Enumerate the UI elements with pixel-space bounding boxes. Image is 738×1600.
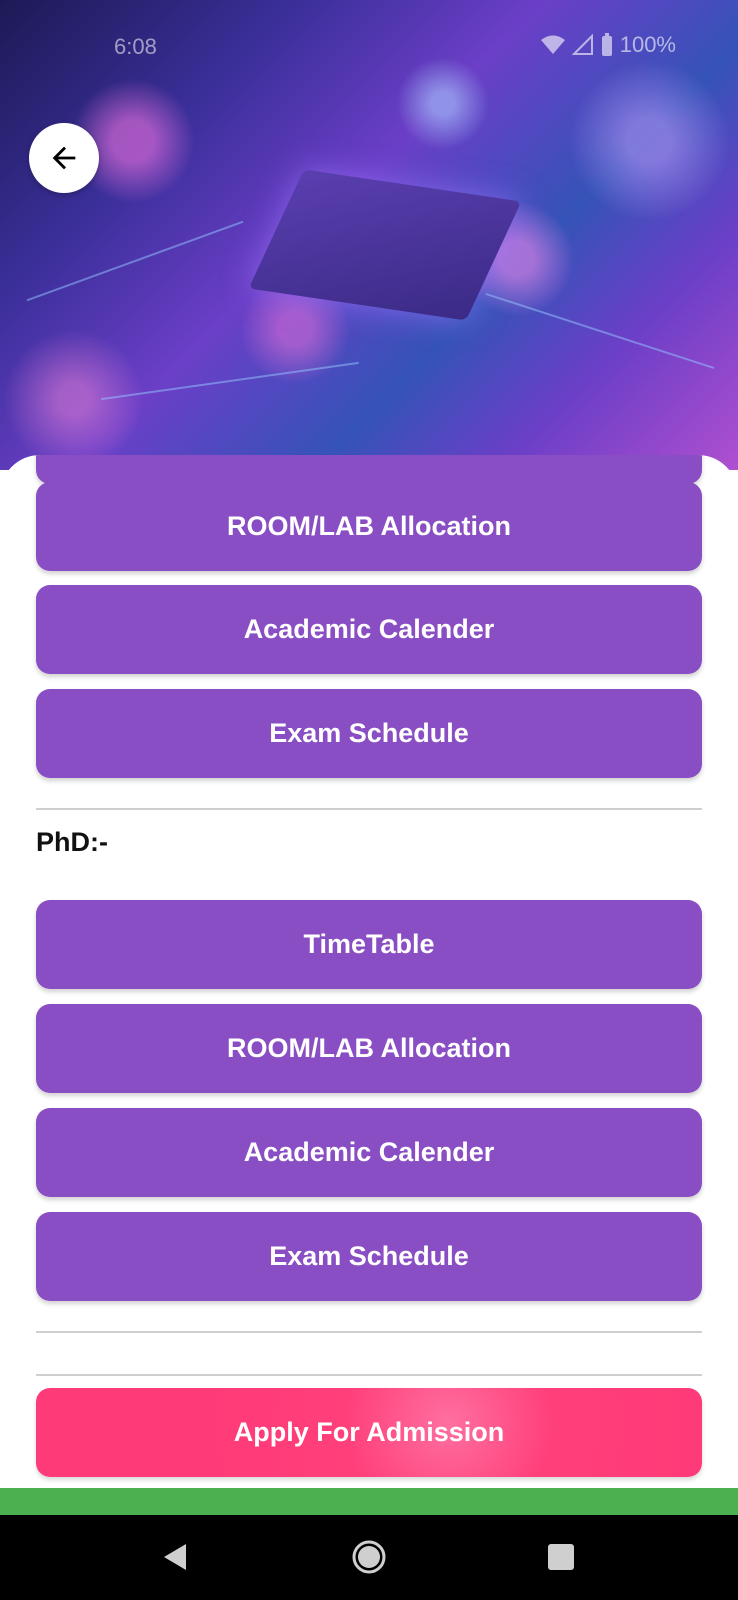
phd-academic-calender-button[interactable]: Academic Calender: [36, 1108, 702, 1197]
chip-graphic: [248, 169, 522, 321]
exam-schedule-button[interactable]: Exam Schedule: [36, 689, 702, 778]
battery-level: 100%: [619, 32, 676, 57]
phd-section-label: PhD:-: [36, 827, 108, 857]
nav-home-button[interactable]: [349, 1537, 389, 1577]
partial-button[interactable]: [36, 455, 702, 484]
apply-for-admission-button[interactable]: Apply For Admission: [36, 1388, 702, 1477]
circle-home-icon: [352, 1540, 386, 1574]
signal-icon: [571, 34, 593, 55]
status-time: 6:08: [114, 34, 157, 59]
footer-bar: [0, 1488, 738, 1515]
back-button[interactable]: [29, 123, 99, 193]
status-icons: 100%: [540, 32, 676, 58]
phd-room-lab-allocation-button[interactable]: ROOM/LAB Allocation: [36, 1004, 702, 1093]
triangle-back-icon: [164, 1544, 186, 1570]
room-lab-allocation-button[interactable]: ROOM/LAB Allocation: [36, 482, 702, 571]
nav-recents-button[interactable]: [541, 1537, 581, 1577]
content-sheet: ROOM/LAB Allocation Academic Calender Ex…: [0, 455, 738, 1488]
navigation-bar: [0, 1515, 738, 1600]
arrow-left-icon: [52, 146, 76, 170]
divider: [36, 808, 702, 810]
phd-exam-schedule-button[interactable]: Exam Schedule: [36, 1212, 702, 1301]
status-bar: 6:08 100%: [0, 28, 738, 68]
academic-calender-button[interactable]: Academic Calender: [36, 585, 702, 674]
wifi-icon: [540, 35, 565, 54]
phd-timetable-button[interactable]: TimeTable: [36, 900, 702, 989]
divider: [36, 1374, 702, 1376]
battery-icon: [601, 33, 612, 56]
square-recents-icon: [548, 1544, 574, 1570]
header-image: [0, 0, 738, 470]
nav-back-button[interactable]: [155, 1537, 195, 1577]
divider: [36, 1331, 702, 1333]
